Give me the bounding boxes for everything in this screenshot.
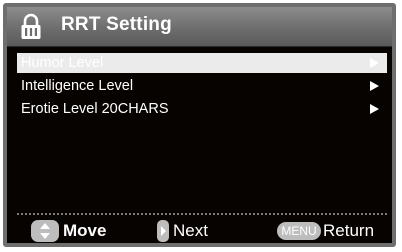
menu-item-label: Humor Level (21, 55, 104, 71)
menu-item-label: Erotie Level 20CHARS (21, 101, 169, 117)
menu-item-intelligence-level[interactable]: Intelligence Level (17, 76, 387, 96)
right-arrow-icon (370, 58, 379, 68)
footer-divider (17, 213, 387, 215)
menu-item-humor-level[interactable]: Humor Level (17, 53, 387, 73)
title-bar: RRT Setting (7, 7, 392, 47)
up-down-icon (31, 220, 59, 242)
footer-hints: Move Next MENU Return (7, 217, 392, 243)
menu-item-erotie-level[interactable]: Erotie Level 20CHARS (17, 99, 387, 119)
menu-item-label: Intelligence Level (21, 78, 134, 94)
osd-window: RRT Setting Humor Level Intelligence Lev… (3, 3, 396, 247)
page-title: RRT Setting (61, 14, 172, 35)
right-arrow-icon (370, 104, 379, 114)
return-label: Return (323, 221, 375, 240)
right-key-icon (157, 220, 169, 242)
move-label: Move (63, 221, 107, 240)
lock-icon (21, 13, 41, 39)
menu-key-icon: MENU (277, 222, 321, 240)
menu-list: Humor Level Intelligence Level Erotie Le… (17, 53, 387, 122)
right-arrow-icon (370, 81, 379, 91)
next-label: Next (173, 221, 208, 240)
